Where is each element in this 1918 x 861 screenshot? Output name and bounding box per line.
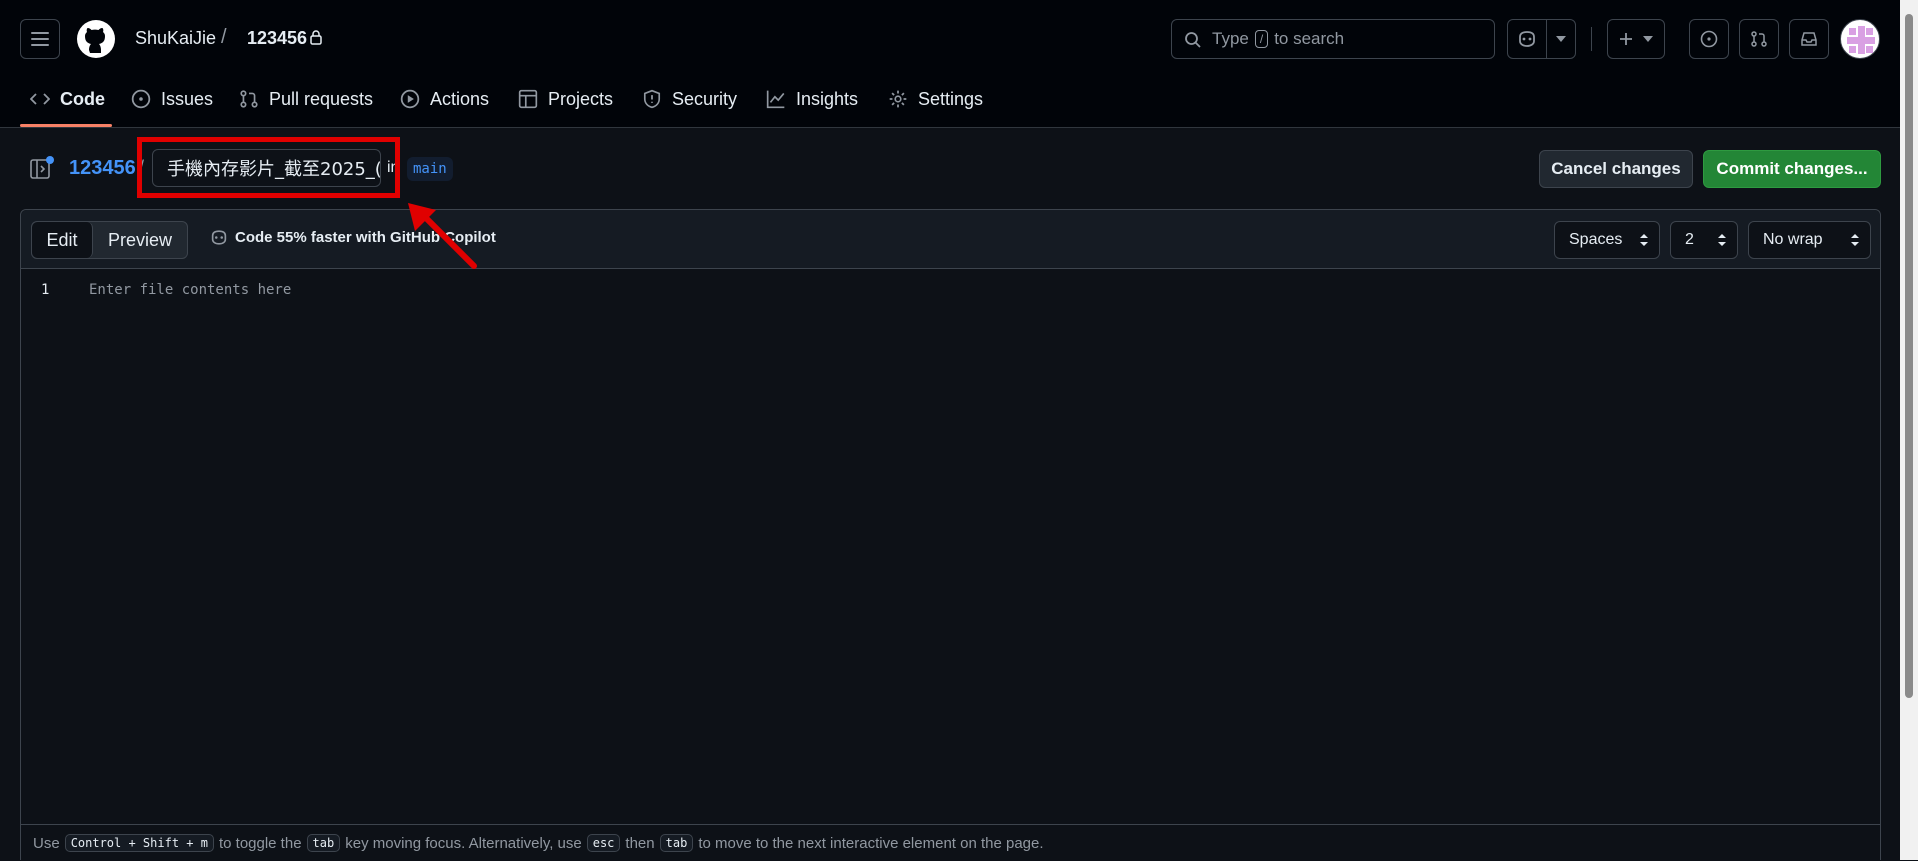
table-icon [518,89,538,109]
hint-text: then [625,834,655,852]
sidebar-expand-icon [30,156,54,179]
commit-changes-button[interactable]: Commit changes... [1703,150,1881,188]
active-tab-indicator [20,124,112,127]
hint-text: key moving focus. Alternatively, use [345,834,582,852]
indent-size-value: 2 [1685,231,1694,248]
issue-opened-icon [1700,30,1718,48]
search-prefix: Type [1212,29,1249,48]
graph-icon [766,90,785,109]
menu-button[interactable] [20,19,60,59]
indent-mode-select[interactable]: Spaces [1554,221,1660,259]
git-pull-request-icon [240,90,258,108]
copilot-button[interactable] [1507,19,1547,59]
owner-repo-separator: / [221,26,227,48]
tab-pull-requests[interactable]: Pull requests [239,84,373,114]
triangle-down-icon [1556,36,1566,42]
hint-text: to move to the next interactive element … [698,834,1044,852]
annotation-arrow-icon [408,203,477,269]
copilot-icon [211,230,227,245]
branch-badge: main [407,157,453,181]
editor-textarea[interactable]: Enter file contents here [89,282,291,298]
gear-icon [889,90,907,108]
editor-toolbar: Edit Preview Code 55% faster with GitHub… [21,210,1880,269]
repo-link[interactable]: 123456 [247,28,307,49]
kbd-toggle-shortcut: Control + Shift + m [64,834,214,852]
triangle-down-icon [1643,36,1653,42]
edit-preview-toggle: Edit Preview [31,221,188,259]
tab-label: Actions [430,88,490,109]
github-logo-icon[interactable] [76,19,116,59]
tab-label: Settings [918,88,984,109]
avatar-identicon [1847,26,1875,54]
tab-security[interactable]: Security [642,84,737,114]
wrap-mode-select[interactable]: No wrap [1748,221,1871,259]
select-caret-icon [1640,234,1648,246]
wrap-mode-value: No wrap [1763,231,1823,248]
tab-label: Insights [796,88,859,109]
edit-tab[interactable]: Edit [32,222,93,258]
tab-insights[interactable]: Insights [766,84,858,114]
search-icon [1185,32,1201,48]
shield-icon [643,89,661,109]
search-suffix: to search [1274,29,1345,48]
file-editor: Edit Preview Code 55% faster with GitHub… [20,209,1881,861]
line-number: 1 [41,282,50,298]
kbd-esc: esc [586,834,621,852]
inbox-button[interactable] [1789,19,1829,59]
pull-requests-button[interactable] [1739,19,1779,59]
create-new-button[interactable] [1607,19,1665,59]
owner-link[interactable]: ShuKaiJie [135,28,216,49]
issues-button[interactable] [1689,19,1729,59]
editor-keyboard-hint: Use Control + Shift + m to toggle the ta… [21,824,1880,861]
tab-label: Pull requests [269,88,374,109]
page-scrollbar-thumb[interactable] [1905,14,1913,698]
code-icon [30,93,50,105]
plus-icon [1620,33,1632,45]
hint-text: Use [33,834,60,852]
indent-size-select[interactable]: 2 [1670,221,1738,259]
header-divider [1591,27,1592,51]
tab-code[interactable]: Code [30,84,105,114]
copilot-icon [1519,31,1535,47]
git-pull-request-icon [1751,31,1767,47]
kbd-tab: tab [659,834,694,852]
tab-actions[interactable]: Actions [400,84,489,114]
avatar[interactable] [1840,19,1880,59]
tab-settings[interactable]: Settings [888,84,983,114]
annotation-highlight-box [137,137,400,198]
tab-label: Projects [548,88,614,109]
kbd-tab: tab [306,834,341,852]
inbox-icon [1801,32,1817,46]
top-header: ShuKaiJie / 123456 Type / to search Code… [0,0,1900,128]
issue-opened-icon [131,89,151,109]
file-tree-toggle-button[interactable] [28,155,54,181]
cancel-changes-button[interactable]: Cancel changes [1539,150,1693,188]
tab-projects[interactable]: Projects [518,84,613,114]
breadcrumb-repo-link[interactable]: 123456 [69,157,136,180]
indent-mode-value: Spaces [1569,231,1623,248]
hint-text: to toggle the [218,834,302,852]
preview-tab[interactable]: Preview [93,222,187,258]
tab-label: Security [672,88,738,109]
search-input[interactable]: Type / to search [1171,19,1495,59]
play-icon [400,89,420,109]
hamburger-icon [31,32,49,46]
copilot-dropdown-button[interactable] [1546,19,1576,59]
select-caret-icon [1851,234,1859,246]
select-caret-icon [1718,234,1726,246]
tab-label: Issues [161,88,214,109]
tab-label: Code [60,88,105,109]
tab-issues[interactable]: Issues [131,84,213,114]
search-shortcut-key: / [1254,30,1269,48]
lock-icon [310,30,322,45]
